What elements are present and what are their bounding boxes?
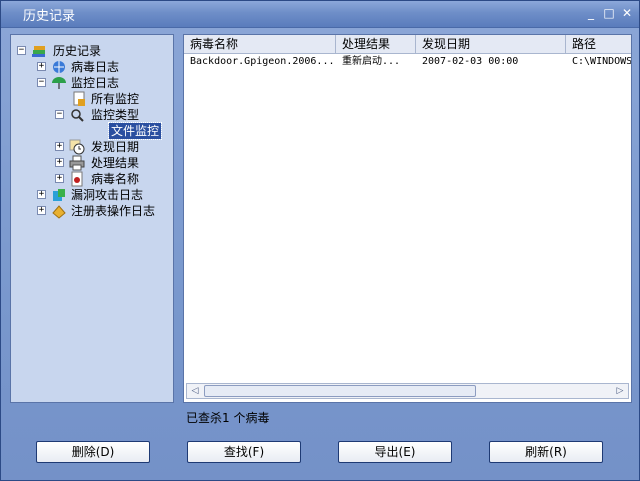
maximize-icon[interactable]: □ (602, 6, 616, 20)
scroll-right-icon[interactable]: ▷ (612, 384, 628, 398)
column-result[interactable]: 处理结果 (336, 35, 416, 53)
cell-date: 2007-02-03 00:00 (422, 56, 519, 67)
shield-cube-icon (53, 189, 65, 201)
history-window: 历史记录 _ □ ✕ − 历史记录 + 病毒日志 − 监控日志 所有监控 − 监… (0, 0, 640, 481)
tree-label-virus-log: 病毒日志 (71, 60, 120, 74)
scroll-thumb[interactable] (204, 385, 476, 397)
minimize-icon[interactable]: _ (584, 6, 598, 20)
magnifier-icon (71, 109, 84, 122)
status-text: 已查杀1 个病毒 (186, 411, 270, 425)
expand-icon[interactable]: + (37, 206, 46, 215)
clock-icon (69, 139, 85, 155)
horizontal-scrollbar[interactable]: ◁ ▷ (186, 383, 629, 399)
tree-label-process-result: 处理结果 (91, 156, 140, 170)
tree-label-root: 历史记录 (53, 44, 102, 58)
expand-icon[interactable]: + (37, 190, 46, 199)
collapse-icon[interactable]: − (55, 110, 64, 119)
tree-label-virus-name: 病毒名称 (91, 172, 140, 186)
history-tree[interactable]: − 历史记录 + 病毒日志 − 监控日志 所有监控 − 监控类型 文件监控 + … (10, 34, 174, 403)
umbrella-icon (52, 77, 66, 89)
column-virus-name[interactable]: 病毒名称 (184, 35, 336, 53)
column-date[interactable]: 发现日期 (416, 35, 566, 53)
delete-button[interactable]: 删除(D) (36, 441, 150, 463)
refresh-button[interactable]: 刷新(R) (489, 441, 603, 463)
tree-label-monitor-log: 监控日志 (71, 76, 120, 90)
document-icon (73, 91, 85, 106)
title-bar[interactable]: 历史记录 _ □ ✕ (1, 1, 639, 28)
cell-virus-name: Backdoor.Gpigeon.2006... (190, 56, 335, 67)
cell-result: 重新启动... (342, 56, 401, 67)
tree-label-registry-log: 注册表操作日志 (71, 204, 156, 218)
find-button[interactable]: 查找(F) (187, 441, 301, 463)
bug-document-icon (71, 171, 83, 187)
collapse-icon[interactable]: − (37, 78, 46, 87)
tree-label-all-monitors: 所有监控 (91, 92, 140, 106)
scroll-left-icon[interactable]: ◁ (187, 384, 203, 398)
tree-label-exploit-log: 漏洞攻击日志 (71, 188, 144, 202)
cell-path: C:\WINDOWS (572, 56, 632, 67)
globe-icon (53, 61, 65, 73)
expand-icon[interactable]: + (37, 62, 46, 71)
expand-icon[interactable]: + (55, 142, 64, 151)
results-list[interactable]: 病毒名称 处理结果 发现日期 路径 Backdoor.Gpigeon.2006.… (183, 34, 632, 403)
expand-icon[interactable]: + (55, 158, 64, 167)
close-icon[interactable]: ✕ (620, 6, 634, 20)
printer-icon (69, 155, 85, 171)
table-row[interactable]: Backdoor.Gpigeon.2006... 重新启动... 2007-02… (184, 54, 631, 70)
books-icon (32, 46, 45, 57)
tree-label-found-date: 发现日期 (91, 140, 140, 154)
tree-label-monitor-type: 监控类型 (91, 108, 140, 122)
export-button[interactable]: 导出(E) (338, 441, 452, 463)
expand-icon[interactable]: + (55, 174, 64, 183)
registry-icon (52, 205, 66, 219)
client-area: − 历史记录 + 病毒日志 − 监控日志 所有监控 − 监控类型 文件监控 + … (1, 28, 639, 480)
collapse-icon[interactable]: − (17, 46, 26, 55)
list-header: 病毒名称 处理结果 发现日期 路径 (184, 35, 631, 54)
tree-label-file-monitor: 文件监控 (107, 122, 163, 140)
window-title: 历史记录 (23, 9, 76, 24)
column-path[interactable]: 路径 (566, 35, 631, 53)
